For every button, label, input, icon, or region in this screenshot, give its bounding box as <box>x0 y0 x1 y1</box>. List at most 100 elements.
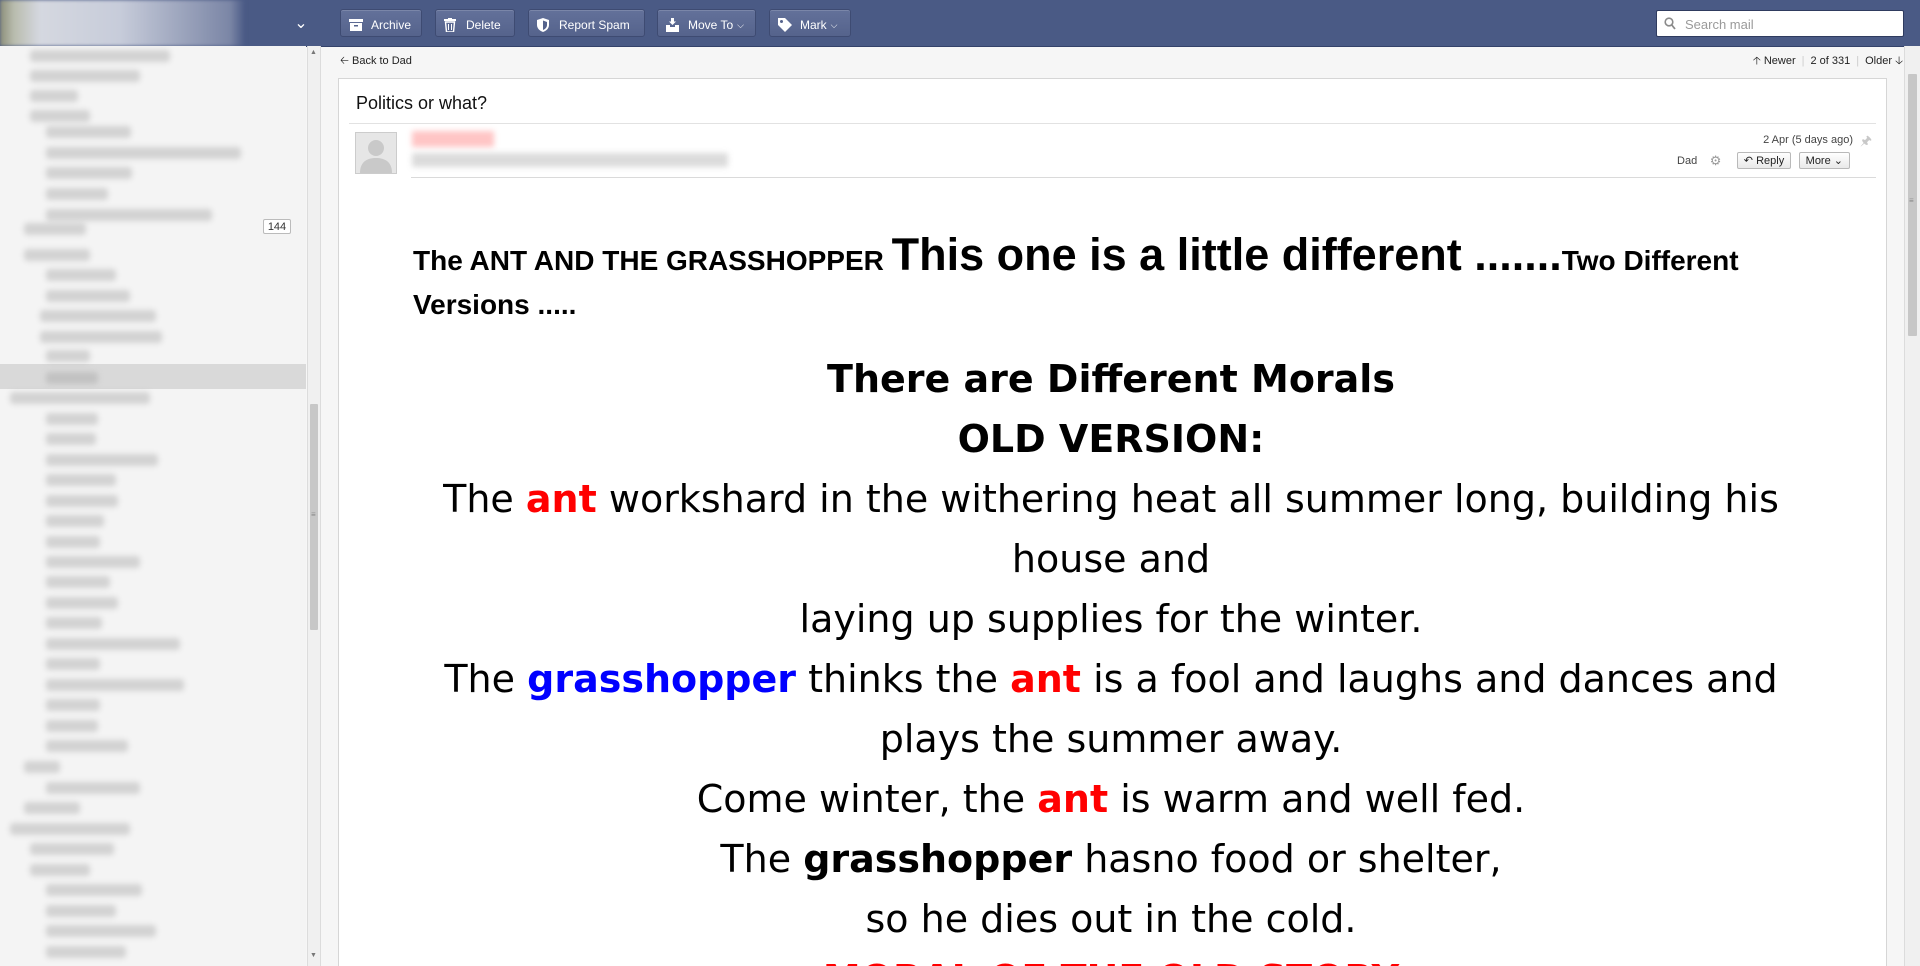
folder-item[interactable] <box>46 536 100 548</box>
folder-item[interactable] <box>30 50 170 62</box>
folder-item[interactable] <box>46 126 131 138</box>
folder-item[interactable] <box>24 223 86 235</box>
header-actions: Dad ⚙ ↶ Reply More ⌄ <box>1677 152 1850 170</box>
sender-name[interactable] <box>412 131 494 147</box>
folder-item[interactable] <box>46 495 118 507</box>
folder-item[interactable] <box>24 249 90 261</box>
folder-item[interactable] <box>46 617 102 629</box>
arrow-down-icon: 🡣 <box>1895 55 1903 67</box>
folder-item[interactable] <box>30 864 90 876</box>
arrow-up-icon: 🡡 <box>1752 55 1761 67</box>
body-text: workshard in the withering heat all summ… <box>608 477 1779 581</box>
folder-item[interactable] <box>46 597 118 609</box>
body-text: The <box>720 837 792 881</box>
folder-item[interactable] <box>46 782 140 794</box>
folder-item[interactable] <box>46 188 108 200</box>
top-toolbar: ⌄ Archive Delete Report Spam Move To ⌵ Ma… <box>0 0 1920 47</box>
folder-item[interactable] <box>46 658 100 670</box>
folder-item[interactable] <box>30 70 140 82</box>
newer-link[interactable]: 🡡 Newer <box>1753 55 1796 67</box>
folder-item[interactable] <box>46 290 130 302</box>
folder-item[interactable] <box>46 740 128 752</box>
folder-item[interactable] <box>46 679 184 691</box>
recipient-label: Dad <box>1677 154 1698 167</box>
body-text: thinks the <box>808 657 998 701</box>
scroll-up-icon[interactable]: ▲ <box>310 49 317 56</box>
message-intro: The ANT AND THE GRASSHOPPER This one is … <box>413 232 1813 327</box>
more-button[interactable]: More ⌄ <box>1798 152 1850 170</box>
ant-word: ant <box>525 477 597 521</box>
sidebar-scrollbar[interactable]: ▲ ≡ ▼ <box>307 46 321 966</box>
body-paragraph: laying up supplies for the winter. <box>799 597 1423 641</box>
mark-button[interactable]: Mark ⌵ <box>769 9 851 37</box>
folder-item[interactable] <box>10 823 130 835</box>
folder-item[interactable] <box>10 392 150 404</box>
older-label: Older <box>1865 55 1893 67</box>
folder-item[interactable] <box>46 515 104 527</box>
chevron-down-icon: ⌵ <box>830 19 838 30</box>
folder-item[interactable] <box>30 110 90 122</box>
report-spam-button[interactable]: Report Spam <box>528 9 645 37</box>
folder-item[interactable] <box>46 350 90 362</box>
folder-item[interactable] <box>24 802 80 814</box>
body-text: hasno food or shelter, <box>1084 837 1502 881</box>
folder-item[interactable] <box>46 433 96 445</box>
message-date: 2 Apr (5 days ago) <box>1763 134 1853 146</box>
folder-item[interactable] <box>40 310 156 322</box>
move-to-label: Move To <box>688 17 734 32</box>
search-icon <box>1664 17 1676 35</box>
pager: 🡡 Newer | 2 of 331 | Older 🡣 <box>1752 55 1903 67</box>
chevron-down-icon[interactable]: ⌄ <box>290 14 312 34</box>
folder-item[interactable] <box>46 946 126 958</box>
scroll-down-icon[interactable]: ▼ <box>310 952 317 959</box>
folder-item[interactable] <box>46 269 116 281</box>
archive-button[interactable]: Archive <box>340 9 422 37</box>
folder-item[interactable] <box>24 761 60 773</box>
reply-button[interactable]: ↶ Reply <box>1736 152 1792 170</box>
message-scroll-thumb[interactable] <box>1908 74 1917 336</box>
delete-button[interactable]: Delete <box>435 9 515 37</box>
intro-title: The ANT AND THE GRASSHOPPER <box>413 245 884 276</box>
reply-label: Reply <box>1756 155 1785 168</box>
unread-count-badge: 144 <box>263 219 291 234</box>
search-input[interactable] <box>1683 11 1902 38</box>
chevron-down-icon: ⌄ <box>1833 155 1843 168</box>
sender-address <box>412 153 728 167</box>
folder-item[interactable] <box>30 90 78 102</box>
folder-item[interactable] <box>46 905 116 917</box>
folder-item[interactable] <box>46 925 156 937</box>
folder-item[interactable] <box>40 331 162 343</box>
folder-item[interactable] <box>46 556 140 568</box>
search-box <box>1656 10 1904 38</box>
folder-item[interactable] <box>46 699 100 711</box>
move-to-button[interactable]: Move To ⌵ <box>657 9 756 37</box>
folder-item[interactable] <box>46 474 116 486</box>
grasshopper-word: grasshopper <box>803 837 1073 881</box>
folder-item[interactable] <box>46 638 180 650</box>
body-paragraph: The grasshopper thinks the ant is a fool… <box>401 649 1821 769</box>
folder-item[interactable] <box>46 884 142 896</box>
folder-item[interactable] <box>46 413 98 425</box>
message-subject: Politics or what? <box>356 93 488 113</box>
account-switcher[interactable] <box>0 0 245 46</box>
back-link[interactable]: 🡠 Back to Dad <box>340 46 412 76</box>
shield-icon <box>537 17 553 32</box>
older-link[interactable]: Older 🡣 <box>1865 55 1903 67</box>
folder-item[interactable] <box>46 576 110 588</box>
mark-label: Mark <box>800 17 827 32</box>
folder-item[interactable] <box>46 167 132 179</box>
folder-item[interactable] <box>46 147 241 159</box>
folder-item[interactable] <box>46 372 98 384</box>
chevron-down-icon: ⌵ <box>737 19 744 30</box>
message-scrollbar[interactable]: ≡ <box>1904 46 1920 966</box>
body-text: Come winter, the <box>696 777 1026 821</box>
gear-icon[interactable]: ⚙ <box>1710 153 1722 169</box>
folder-item[interactable] <box>46 209 212 221</box>
delete-label: Delete <box>466 17 501 32</box>
folder-item[interactable] <box>30 843 114 855</box>
folder-item[interactable] <box>46 454 158 466</box>
pin-icon[interactable]: 🖈 <box>1860 132 1872 154</box>
folder-item[interactable] <box>46 720 98 732</box>
moral-heading: MORAL OF THE OLD STORY <box>401 949 1821 966</box>
divider <box>411 177 1876 178</box>
